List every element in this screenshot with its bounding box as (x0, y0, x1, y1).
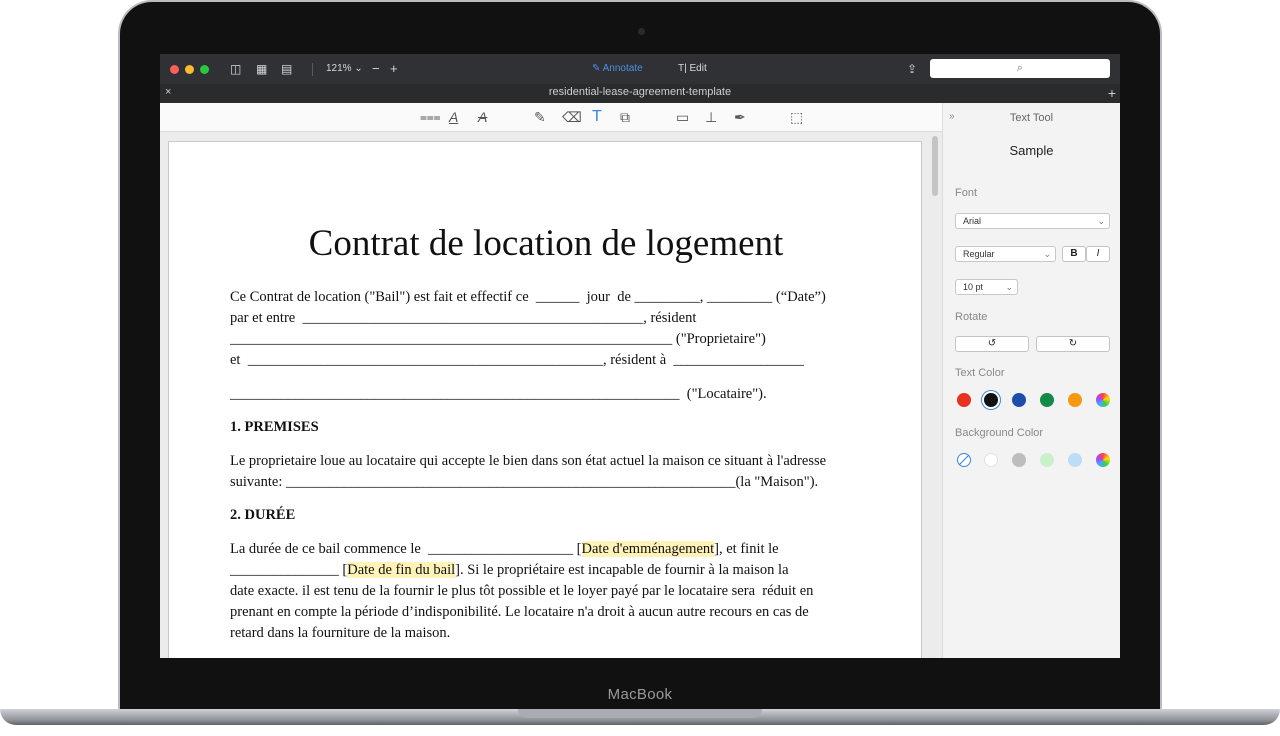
pencil-icon[interactable]: ✎ (534, 109, 546, 125)
text-color-swatch-green[interactable] (1040, 393, 1054, 407)
annotate-mode-button[interactable]: ✎ Annotate (592, 62, 643, 76)
zoom-out-button[interactable]: − (372, 62, 380, 76)
font-size-value: 10 pt (963, 282, 984, 292)
comment-icon[interactable]: ▭ (676, 109, 689, 125)
text-color-swatch-red[interactable] (957, 393, 971, 407)
chevron-down-icon: ⌄ (1005, 282, 1013, 292)
new-tab-button[interactable]: + (1108, 85, 1116, 101)
stamp-icon[interactable]: ⊥ (705, 109, 717, 125)
duree-line-4: prenant en compte la période d’indisponi… (230, 604, 809, 620)
background-swatch-white[interactable] (984, 453, 998, 467)
document-area: Contrat de location de logement Ce Contr… (160, 132, 942, 658)
rotate-ccw-icon: ↺ (987, 338, 997, 349)
font-sample-preview: Sample (1009, 143, 1054, 158)
background-swatch-blue[interactable] (1068, 453, 1082, 467)
italic-button[interactable]: I (1086, 246, 1110, 262)
selection-icon[interactable]: ⬚ (790, 109, 803, 125)
laptop-notch (518, 709, 762, 718)
duree-line-3: date exacte. il est tenu de la fournir l… (230, 583, 814, 599)
text-color-picker-icon[interactable] (1096, 393, 1110, 407)
premises-line-1: Le proprietaire loue au locataire qui ac… (230, 453, 827, 469)
intro-line-5: ________________________________________… (230, 386, 767, 402)
window-toolbar: ◫ ▦ ▤ 121% ⌄ − + ✎ Annotate T| Edit ⇪ ⌕ (160, 54, 1120, 84)
bold-button[interactable]: B (1062, 246, 1086, 262)
annotation-toolbar: ⩶ A A ✎ ⌫ T ⧉ ▭ ⊥ ✒ ⬚ (160, 103, 942, 132)
document-page: Contrat de location de logement Ce Contr… (168, 141, 922, 658)
panel-title: Text Tool (1009, 112, 1054, 124)
underline-icon[interactable]: A (449, 109, 458, 125)
text-tool-icon[interactable]: T (592, 109, 602, 125)
duree-text-b: ], et finit le (714, 541, 779, 557)
search-icon: ⌕ (1016, 62, 1024, 74)
font-size-select[interactable]: 10 pt ⌄ (955, 279, 1018, 295)
text-markup-icon[interactable]: ⩶ (420, 109, 441, 125)
signature-icon[interactable]: ✒ (734, 109, 746, 125)
screen: ◫ ▦ ▤ 121% ⌄ − + ✎ Annotate T| Edit ⇪ ⌕ … (160, 54, 1120, 658)
vertical-scrollbar[interactable] (932, 136, 938, 196)
pencil-icon: ✎ (592, 63, 601, 74)
duree-text-a: La durée de ce bail commence le ________… (230, 541, 582, 557)
edit-mode-button[interactable]: T| Edit (678, 62, 707, 76)
chevron-down-icon: ⌄ (1097, 216, 1105, 226)
section-heading-premises: 1. PREMISES (230, 419, 319, 435)
toolbar-divider (312, 63, 313, 76)
text-color-label: Text Color (955, 367, 1005, 379)
sidebar-toggle-icon[interactable]: ◫ (230, 62, 241, 76)
page-view-icon[interactable]: ▤ (281, 62, 292, 76)
text-color-swatch-blue[interactable] (1012, 393, 1026, 407)
duree-line-2: _______________ [Date de fin du bail]. S… (230, 562, 789, 579)
background-swatch-green[interactable] (1040, 453, 1054, 467)
annotate-label: Annotate (602, 63, 643, 74)
zoom-in-button[interactable]: + (390, 62, 398, 76)
premises-line-2: suivante: ______________________________… (230, 474, 819, 490)
background-color-picker-icon[interactable] (1096, 453, 1110, 467)
rotate-right-button[interactable]: ↻ (1036, 336, 1110, 352)
share-icon[interactable]: ⇪ (907, 62, 917, 76)
text-tool-panel: » Text Tool Sample Font Arial ⌄ Regular ⌄ … (942, 103, 1120, 658)
intro-line-3: ________________________________________… (230, 331, 766, 347)
section-heading-duree: 2. DURÉE (230, 507, 296, 523)
zoom-level-select[interactable]: 121% ⌄ (326, 62, 363, 76)
shapes-icon[interactable]: ⧉ (620, 109, 630, 125)
highlight-end-date[interactable]: Date de fin du bail (347, 562, 456, 578)
chevron-down-icon: ⌄ (1043, 249, 1051, 259)
camera-icon (638, 28, 645, 35)
duree-text-d: ]. Si le propriétaire est incapable de f… (455, 562, 789, 578)
font-family-value: Arial (963, 216, 982, 226)
close-window-button[interactable] (170, 65, 179, 74)
tab-bar: × residential-lease-agreement-template + (160, 84, 1120, 103)
search-input[interactable]: ⌕ (930, 59, 1110, 78)
document-tab-title[interactable]: residential-lease-agreement-template (160, 86, 1120, 98)
eraser-icon[interactable]: ⌫ (562, 109, 582, 125)
background-color-label: Background Color (955, 427, 1044, 439)
zoom-window-button[interactable] (200, 65, 209, 74)
font-style-value: Regular (963, 249, 995, 259)
rotate-label: Rotate (955, 311, 988, 323)
font-family-select[interactable]: Arial ⌄ (955, 213, 1110, 229)
strikethrough-icon[interactable]: A (478, 109, 487, 125)
intro-line-1: Ce Contrat de location ("Bail") est fait… (230, 289, 826, 305)
document-title: Contrat de location de logement (308, 223, 784, 264)
device-brand: MacBook (607, 686, 673, 703)
text-cursor-icon: T| (678, 63, 687, 74)
background-swatch-gray[interactable] (1012, 453, 1026, 467)
duree-line-1: La durée de ce bail commence le ________… (230, 541, 779, 558)
rotate-left-button[interactable]: ↺ (955, 336, 1029, 352)
thumbnail-grid-icon[interactable]: ▦ (256, 62, 267, 76)
highlight-move-in-date[interactable]: Date d'emménagement (581, 541, 715, 557)
duree-text-c: _______________ [ (230, 562, 348, 578)
intro-line-2: par et entre ___________________________… (230, 310, 697, 326)
no-background-color-swatch[interactable] (957, 453, 971, 467)
rotate-cw-icon: ↻ (1068, 338, 1078, 349)
font-style-select[interactable]: Regular ⌄ (955, 246, 1056, 262)
duree-line-5: retard dans la fourniture de la maison. (230, 625, 451, 641)
edit-label: Edit (689, 63, 707, 74)
font-label: Font (955, 187, 978, 199)
intro-line-4: et _____________________________________… (230, 352, 804, 368)
zoom-level-value: 121% (326, 63, 352, 74)
text-color-swatch-orange[interactable] (1068, 393, 1082, 407)
text-color-swatch-black[interactable] (984, 393, 998, 407)
minimize-window-button[interactable] (185, 65, 194, 74)
